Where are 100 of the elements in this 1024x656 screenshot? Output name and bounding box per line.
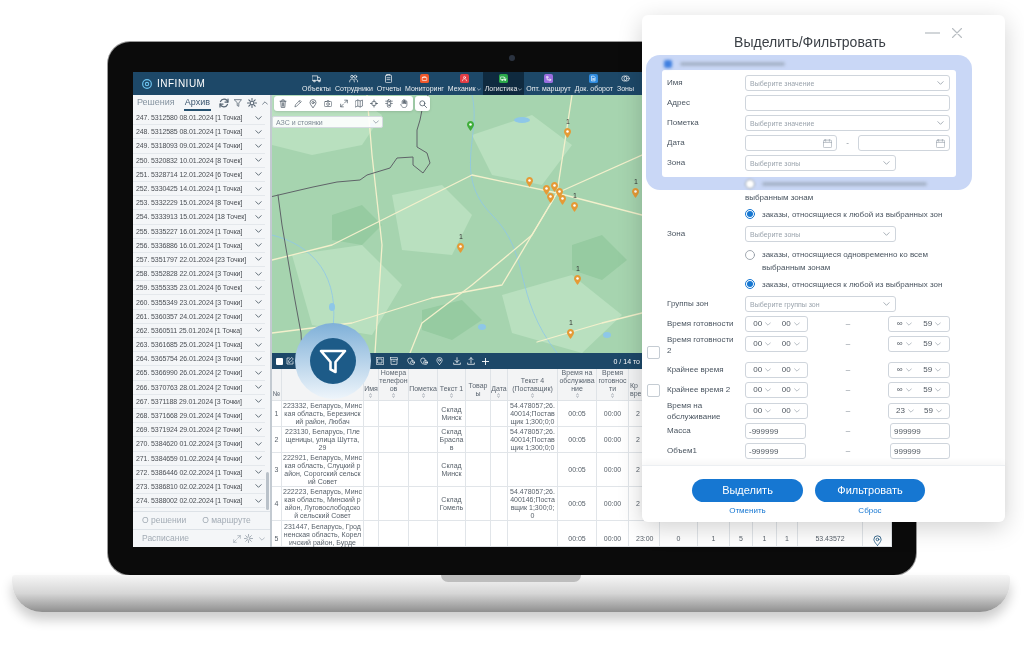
location-pin-icon[interactable]: [872, 535, 882, 546]
chevron-up-icon[interactable]: [261, 101, 268, 105]
map-icon[interactable]: [354, 99, 363, 108]
search-button[interactable]: [415, 96, 430, 111]
radio-button[interactable]: [745, 249, 755, 260]
number-input[interactable]: -999999: [745, 423, 806, 439]
time-field[interactable]: 00 00: [745, 362, 808, 378]
edit-icon[interactable]: [286, 357, 294, 365]
blurred-radio-drawing: [745, 178, 755, 189]
pin-icon[interactable]: [309, 99, 318, 108]
radio-button[interactable]: [745, 209, 755, 219]
date-field[interactable]: [858, 135, 950, 151]
chevron-down-icon: [937, 81, 944, 85]
map-pin-icon[interactable]: [457, 243, 464, 253]
map-pin-icon[interactable]: [564, 128, 571, 138]
filter-button[interactable]: Фильтровать: [815, 479, 925, 502]
settings-icon[interactable]: [246, 98, 257, 108]
time-select[interactable]: 23: [896, 406, 914, 415]
chevron-down-icon: [255, 342, 262, 347]
table-cell: [379, 427, 409, 453]
upload-icon[interactable]: [467, 357, 475, 365]
filter-icon[interactable]: [233, 99, 242, 107]
date-field[interactable]: [745, 135, 837, 151]
pin-ring-icon[interactable]: [420, 357, 428, 365]
trash-icon[interactable]: [279, 99, 287, 108]
time-field[interactable]: ∞ 59: [888, 316, 950, 332]
tab[interactable]: Архив: [183, 95, 211, 111]
chevron-down-icon: [255, 257, 262, 262]
time-select[interactable]: 00: [753, 366, 772, 374]
time-select[interactable]: 00: [781, 320, 800, 328]
radio-button[interactable]: [745, 279, 755, 289]
time-select[interactable]: 00: [781, 366, 800, 374]
expand-icon[interactable]: [339, 99, 348, 108]
time-select[interactable]: 59: [923, 366, 942, 374]
scrollbar-thumb[interactable]: [266, 472, 269, 510]
map-pin-icon[interactable]: [543, 185, 550, 195]
time-select[interactable]: 59: [923, 320, 942, 328]
time-select[interactable]: 59: [923, 386, 942, 394]
option-text: выбранным зонам: [745, 191, 814, 204]
refresh-icon[interactable]: [218, 98, 229, 108]
frame-icon[interactable]: [376, 357, 384, 365]
cancel-link[interactable]: Отменить: [729, 505, 766, 516]
text-input[interactable]: [745, 95, 950, 111]
traffic-light-icon[interactable]: [384, 99, 393, 108]
chevron-down-icon: [793, 388, 800, 392]
time-select[interactable]: 00: [753, 386, 772, 394]
range-separator: –: [844, 386, 852, 394]
archive-icon[interactable]: [390, 357, 398, 365]
table-cell: [409, 487, 438, 521]
time-field[interactable]: 23 59: [888, 402, 950, 419]
select-button[interactable]: Выделить: [692, 479, 803, 502]
map-pin-icon[interactable]: [547, 193, 554, 203]
time-select[interactable]: 00: [753, 320, 772, 328]
map-pin-icon[interactable]: [567, 329, 574, 339]
time-field[interactable]: ∞ 59: [888, 362, 950, 378]
expand-icon[interactable]: [233, 534, 241, 543]
map-pin-icon[interactable]: [574, 275, 581, 285]
time-select[interactable]: 00: [753, 340, 772, 348]
map-pin-icon[interactable]: [526, 177, 533, 187]
map-pin-icon[interactable]: [556, 188, 563, 198]
time-select[interactable]: 00: [753, 406, 772, 415]
number-input[interactable]: 999999: [890, 443, 950, 459]
number-input[interactable]: -999999: [745, 443, 806, 459]
time-field[interactable]: 00 00: [745, 336, 808, 352]
pin-clock-icon[interactable]: [407, 357, 415, 365]
time-select[interactable]: ∞: [896, 366, 912, 374]
chevron-down-icon[interactable]: [259, 536, 265, 541]
number-input[interactable]: 999999: [890, 423, 950, 439]
time-field[interactable]: ∞ 59: [888, 382, 950, 398]
time-select[interactable]: 59: [923, 340, 942, 348]
checkbox[interactable]: [647, 383, 660, 397]
download-icon[interactable]: [453, 357, 461, 365]
table-cell: [364, 427, 379, 453]
time-select[interactable]: ∞: [896, 386, 912, 394]
checkbox[interactable]: [647, 346, 660, 359]
table-cell: [438, 521, 466, 547]
crosshair-icon[interactable]: [369, 99, 378, 108]
hand-icon[interactable]: [400, 99, 408, 108]
time-select[interactable]: ∞: [896, 320, 912, 328]
time-select[interactable]: 00: [781, 386, 800, 394]
map-pin-icon[interactable]: [559, 195, 566, 205]
reset-link[interactable]: Сброс: [858, 505, 882, 516]
time-select[interactable]: 00: [781, 340, 800, 348]
time-field[interactable]: 00 00: [745, 402, 808, 419]
plus-icon[interactable]: [482, 357, 489, 365]
time-select[interactable]: 59: [924, 406, 942, 415]
time-select[interactable]: ∞: [896, 340, 912, 348]
time-field[interactable]: ∞ 59: [888, 336, 950, 352]
time-field[interactable]: 00 00: [745, 316, 808, 332]
time-field[interactable]: 00 00: [745, 382, 808, 398]
select-all-checkbox[interactable]: [276, 357, 283, 365]
pencil-icon[interactable]: [294, 99, 303, 108]
chevron-down-icon: [905, 368, 912, 372]
time-select[interactable]: 00: [781, 406, 800, 415]
map-pin-icon[interactable]: [551, 182, 558, 192]
close-icon[interactable]: [952, 28, 962, 38]
map-pin-icon[interactable]: [467, 121, 474, 131]
map-pin-icon[interactable]: [571, 202, 578, 212]
map-pin-icon[interactable]: [632, 188, 639, 198]
camera-icon[interactable]: [324, 99, 333, 108]
